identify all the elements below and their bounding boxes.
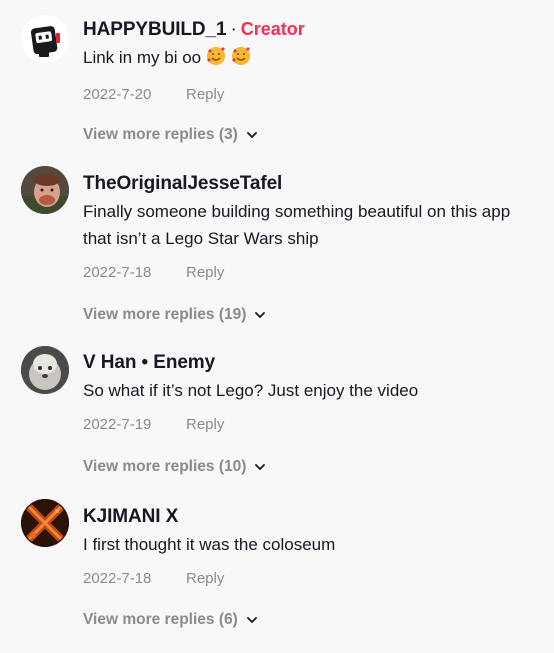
comment-username[interactable]: TheOriginalJesseTafel <box>83 173 282 195</box>
smiling-face-with-hearts-emoji-icon <box>206 46 226 74</box>
reply-button[interactable]: Reply <box>186 264 224 281</box>
comment-date: 2022-7-20 <box>83 86 152 103</box>
user-photo-avatar-icon <box>21 499 69 547</box>
reply-button[interactable]: Reply <box>186 570 224 587</box>
comment-date: 2022-7-18 <box>83 264 152 281</box>
view-more-replies-label: View more replies (19) <box>83 306 247 323</box>
reply-button[interactable]: Reply <box>186 416 224 433</box>
avatar[interactable] <box>21 166 69 214</box>
view-more-replies-label: View more replies (6) <box>83 611 238 628</box>
comment-text: I first thought it was the coloseum <box>83 535 336 554</box>
user-photo-avatar-icon <box>21 166 69 214</box>
comment-text-content: Link in my bi oo <box>83 48 202 67</box>
avatar[interactable] <box>21 499 69 547</box>
view-more-replies-button[interactable]: View more replies (19) <box>83 306 266 324</box>
view-more-replies-button[interactable]: View more replies (6) <box>83 611 258 629</box>
comment-date: 2022-7-18 <box>83 570 152 587</box>
chevron-down-icon <box>255 312 266 319</box>
comment-text: Finally someone building something beaut… <box>83 202 511 248</box>
view-more-replies-label: View more replies (10) <box>83 458 247 475</box>
creator-separator: · <box>230 19 237 40</box>
chevron-down-icon <box>246 132 257 139</box>
chevron-down-icon <box>246 617 257 624</box>
view-more-replies-button[interactable]: View more replies (10) <box>83 458 266 476</box>
robot-avatar-icon <box>21 15 69 63</box>
reply-button[interactable]: Reply <box>186 86 224 103</box>
smiling-face-with-hearts-emoji-icon <box>231 46 251 74</box>
view-more-replies-label: View more replies (3) <box>83 126 238 143</box>
avatar[interactable] <box>21 346 69 394</box>
comment-text: Link in my bi oo <box>83 44 534 74</box>
comment-username[interactable]: V Han • Enemy <box>83 352 215 374</box>
comment-date: 2022-7-19 <box>83 416 152 433</box>
user-photo-avatar-icon <box>21 346 69 394</box>
comment-text: So what if it’s not Lego? Just enjoy the… <box>83 381 419 400</box>
chevron-down-icon <box>255 464 266 471</box>
comment-username[interactable]: HAPPYBUILD_1 <box>83 19 227 41</box>
avatar[interactable] <box>21 15 69 63</box>
creator-badge: Creator <box>240 19 305 39</box>
view-more-replies-button[interactable]: View more replies (3) <box>83 126 258 144</box>
comment-username[interactable]: KJIMANI X <box>83 506 178 528</box>
